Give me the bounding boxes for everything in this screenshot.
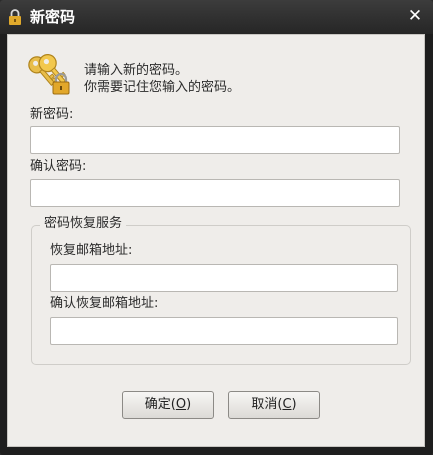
new-password-field[interactable]	[30, 126, 400, 154]
ok-button-label-end: )	[186, 397, 192, 412]
recovery-email-label: 恢复邮箱地址:	[50, 243, 133, 258]
recovery-group-title: 密码恢复服务	[40, 216, 127, 232]
title-bar[interactable]: 新密码 ✕	[0, 0, 433, 34]
cancel-button-label-end: )	[291, 397, 297, 412]
ok-accelerator-key: O	[175, 397, 187, 412]
new-password-label: 新密码:	[30, 107, 74, 122]
confirm-recovery-email-label: 确认恢复邮箱地址:	[50, 296, 159, 311]
ok-button[interactable]: 确定(O)	[122, 391, 214, 419]
ok-button-label: 确定(	[144, 397, 176, 412]
confirm-password-field[interactable]	[30, 179, 400, 207]
close-button[interactable]: ✕	[405, 6, 425, 26]
window-title: 新密码	[30, 8, 76, 26]
recovery-email-field[interactable]	[50, 264, 398, 292]
confirm-password-label: 确认密码:	[30, 159, 87, 174]
keys-lock-icon	[28, 54, 70, 95]
dialog-body: 请输入新的密码。 你需要记住您输入的密码。 新密码: 确认密码: 密码恢复服务 …	[7, 34, 425, 447]
confirm-recovery-email-field[interactable]	[50, 317, 398, 345]
info-text-line-1: 请输入新的密码。	[84, 63, 189, 78]
cancel-accelerator-key: C	[282, 397, 292, 412]
cancel-button-label: 取消(	[251, 397, 283, 412]
lock-icon	[9, 9, 21, 25]
new-password-dialog: 新密码 ✕ 请输入新的密码。 你需要记住您输入的密码。 新密码: 确认密码: 密…	[0, 0, 433, 455]
cancel-button[interactable]: 取消(C)	[228, 391, 320, 419]
info-text-line-2: 你需要记住您输入的密码。	[84, 80, 241, 95]
